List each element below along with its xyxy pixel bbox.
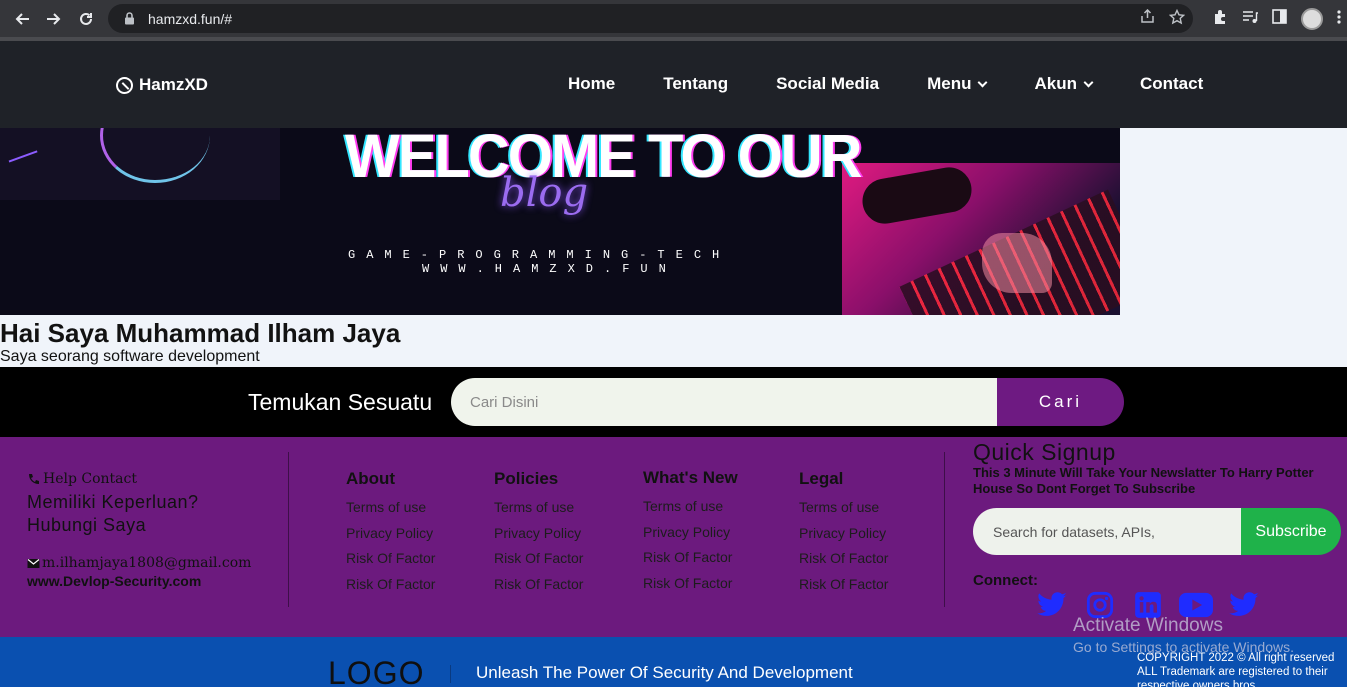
forward-button[interactable] bbox=[38, 3, 70, 35]
footer-link[interactable]: Terms of use bbox=[799, 497, 888, 523]
nav-link-social-media[interactable]: Social Media bbox=[776, 74, 879, 94]
signup-title: Quick Signup bbox=[973, 439, 1116, 465]
browser-toolbar: hamzxd.fun/# bbox=[0, 0, 1347, 37]
nav-link-label: Social Media bbox=[776, 74, 880, 93]
twitter-icon[interactable] bbox=[1227, 590, 1261, 620]
help-website[interactable]: www.Devlop-Security.com bbox=[27, 573, 201, 589]
mail-icon bbox=[27, 559, 40, 568]
help-contact-title: Help Contact bbox=[27, 471, 137, 487]
media-list-icon[interactable] bbox=[1242, 9, 1258, 29]
help-email[interactable]: m.ilhamjaya1808@gmail.com bbox=[27, 555, 251, 571]
nav-link-label: Akun bbox=[1034, 74, 1077, 93]
intro-heading: Hai Saya Muhammad Ilham Jaya bbox=[0, 318, 401, 348]
back-button[interactable] bbox=[6, 3, 38, 35]
nav-link-label: Menu bbox=[927, 74, 972, 93]
copyright-text: COPYRIGHT 2022 © All right reserved ALL … bbox=[1137, 652, 1335, 687]
nav-links: Home Tentang Social Media Menu Akun Cont… bbox=[568, 74, 1203, 94]
nav-dropdown-akun[interactable]: Akun bbox=[1034, 74, 1094, 94]
nav-link-label: Contact bbox=[1139, 74, 1204, 93]
hero-tagline: GAME-PROGRAMMING-TECH bbox=[348, 248, 731, 262]
activation-watermark-title: Activate Windows bbox=[1073, 615, 1223, 636]
reload-button[interactable] bbox=[70, 3, 102, 35]
hero-keyboard-image bbox=[842, 163, 1120, 315]
newsletter-input[interactable] bbox=[973, 508, 1253, 555]
search-button[interactable]: Cari bbox=[997, 378, 1124, 426]
footer-link[interactable]: Terms of use bbox=[643, 496, 738, 522]
column-title: About bbox=[346, 469, 396, 488]
email-text: m.ilhamjaya1808@gmail.com bbox=[42, 555, 252, 571]
footer-link[interactable]: Privacy Policy bbox=[494, 523, 583, 549]
phone-icon bbox=[29, 474, 39, 484]
address-bar[interactable]: hamzxd.fun/# bbox=[108, 4, 1193, 33]
search-input[interactable] bbox=[451, 378, 1011, 426]
footer: Help Contact Memiliki Keperluan? Hubungi… bbox=[0, 437, 1347, 637]
column-title: Policies bbox=[494, 469, 559, 488]
footer-link[interactable]: Terms of use bbox=[494, 497, 583, 523]
side-panel-icon[interactable] bbox=[1272, 9, 1287, 28]
footer-divider bbox=[944, 452, 945, 607]
footer-logo[interactable]: LOGO bbox=[328, 655, 424, 687]
footer-link[interactable]: Terms of use bbox=[346, 497, 435, 523]
column-title: Legal bbox=[799, 469, 844, 488]
brand-icon bbox=[116, 76, 133, 94]
nav-link-tentang[interactable]: Tentang bbox=[663, 74, 728, 94]
logo-divider bbox=[450, 665, 451, 683]
footer-link[interactable]: Privacy Policy bbox=[346, 523, 435, 549]
kebab-menu-icon[interactable] bbox=[1337, 9, 1341, 29]
chevron-down-icon bbox=[978, 77, 988, 87]
subscribe-button[interactable]: Subscribe bbox=[1241, 508, 1341, 555]
footer-column-about: About Terms of use Privacy Policy Risk O… bbox=[346, 469, 435, 599]
footer-link[interactable]: Privacy Policy bbox=[643, 522, 738, 548]
search-label: Temukan Sesuatu bbox=[248, 389, 433, 415]
footer-link[interactable]: Privacy Policy bbox=[799, 523, 888, 549]
footer-link[interactable]: Risk Of Factor bbox=[346, 574, 435, 600]
help-lead-text: Memiliki Keperluan? Hubungi Saya bbox=[27, 492, 199, 535]
search-section: Temukan Sesuatu Cari bbox=[0, 367, 1347, 437]
arrow-right-icon bbox=[47, 12, 61, 25]
footer-link[interactable]: Risk Of Factor bbox=[643, 573, 738, 599]
footer-link[interactable]: Risk Of Factor bbox=[799, 548, 888, 574]
footer-link[interactable]: Risk Of Factor bbox=[494, 574, 583, 600]
help-contact-label: Help Contact bbox=[43, 471, 137, 487]
footer-divider bbox=[288, 452, 289, 607]
intro-subtitle: Saya seorang software development bbox=[0, 348, 260, 365]
hero-website: WWW.HAMZXD.FUN bbox=[422, 262, 677, 276]
column-title: What's New bbox=[643, 468, 738, 487]
footer-link[interactable]: Risk Of Factor bbox=[799, 574, 888, 600]
footer-column-whats-new: What's New Terms of use Privacy Policy R… bbox=[643, 468, 738, 598]
chevron-down-icon bbox=[1083, 77, 1094, 87]
bookmark-star-icon[interactable] bbox=[1168, 8, 1186, 29]
nav-link-contact[interactable]: Contact bbox=[1140, 74, 1203, 94]
brand-name: HamzXD bbox=[139, 75, 208, 94]
footer-link[interactable]: Risk Of Factor bbox=[346, 548, 435, 574]
extensions-icon[interactable] bbox=[1212, 9, 1228, 29]
url-text: hamzxd.fun/# bbox=[148, 10, 233, 27]
brand-logo[interactable]: HamzXD bbox=[116, 75, 208, 95]
nav-link-home[interactable]: Home bbox=[568, 74, 615, 94]
profile-avatar[interactable] bbox=[1301, 7, 1323, 30]
hero-mouse-image bbox=[0, 128, 280, 200]
reload-icon bbox=[80, 12, 92, 25]
site-navbar: HamzXD Home Tentang Social Media Menu Ak… bbox=[0, 41, 1347, 128]
hero-banner: WELCOME TO OUR blog GAME-PROGRAMMING-TEC… bbox=[0, 128, 1120, 315]
nav-link-label: Home bbox=[568, 74, 616, 93]
lock-icon bbox=[122, 12, 136, 26]
share-icon[interactable] bbox=[1140, 8, 1155, 28]
footer-tagline: Unleash The Power Of Security And Develo… bbox=[476, 663, 853, 682]
signup-description: This 3 Minute Will Take Your Newslatter … bbox=[973, 465, 1314, 496]
twitter-icon[interactable] bbox=[1035, 590, 1069, 620]
connect-label: Connect: bbox=[973, 572, 1038, 589]
activation-watermark-text: Go to Settings to activate Windows. bbox=[1073, 639, 1294, 655]
nav-link-label: Tentang bbox=[663, 74, 729, 93]
footer-column-legal: Legal Terms of use Privacy Policy Risk O… bbox=[799, 469, 888, 599]
nav-dropdown-menu[interactable]: Menu bbox=[927, 74, 988, 94]
footer-link[interactable]: Risk Of Factor bbox=[643, 547, 738, 573]
arrow-left-icon bbox=[15, 12, 29, 25]
footer-link[interactable]: Risk Of Factor bbox=[494, 548, 583, 574]
hero-script: blog bbox=[500, 170, 589, 216]
footer-column-policies: Policies Terms of use Privacy Policy Ris… bbox=[494, 469, 583, 599]
